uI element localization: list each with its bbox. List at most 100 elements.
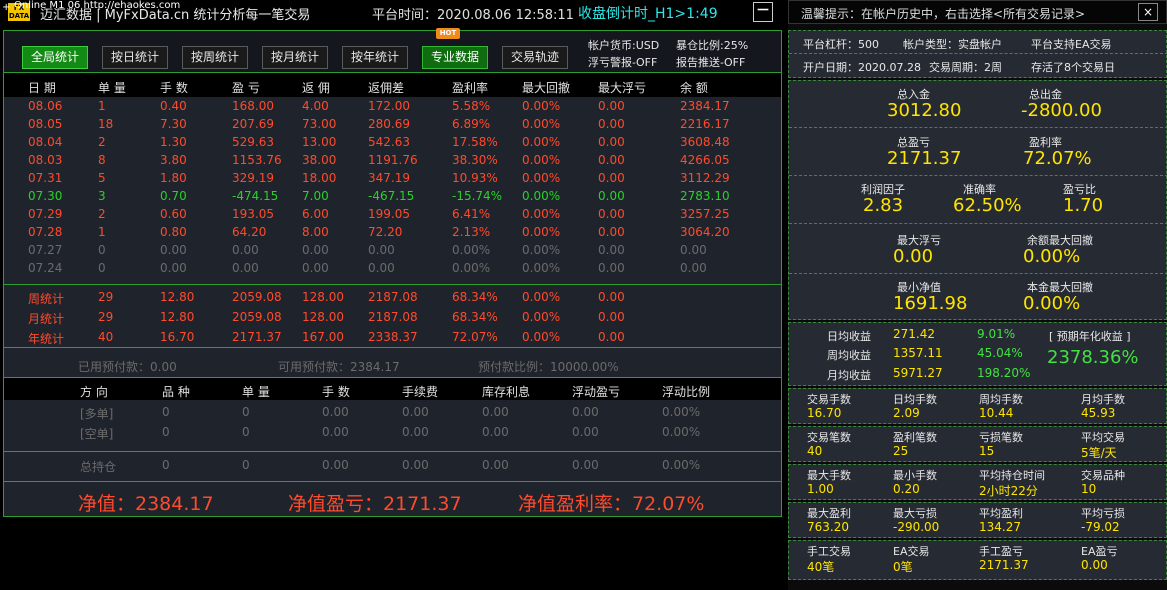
column-header: 最大浮亏 [598, 81, 647, 95]
tab-pro-data[interactable]: 专业数据 [422, 46, 488, 69]
table-cell: 0.00 [302, 261, 329, 275]
hot-badge: HOT [436, 28, 460, 39]
table-cell: 7.00 [302, 189, 329, 203]
close-button[interactable]: × [1138, 3, 1158, 21]
table-cell: 2.13% [452, 225, 491, 239]
table-cell: 08.05 [28, 117, 63, 131]
tab-daily-stats[interactable]: 按日统计 [102, 46, 168, 69]
table-cell: 0.00 [482, 425, 509, 439]
table-row: 07.28 1 0.80 64.20 8.00 72.20 2.13% 0.00% 0.00 30… [4, 223, 781, 241]
table-cell: 0.00 [598, 135, 625, 149]
withdraw-value: -2800.00 [1021, 100, 1102, 121]
stat-label: 周均手数 [979, 393, 1023, 406]
table-cell: 2 [98, 207, 106, 221]
summary-row: 周统计 29 12.80 2059.08 128.00 2187.08 68.34% 0.00… [4, 288, 781, 306]
table-cell: 0 [242, 425, 250, 439]
table-cell: 0.00 [572, 405, 599, 419]
server-time: 平台时间：2020.08.06 12:58:11 [372, 8, 574, 23]
table-cell: -467.15 [368, 189, 415, 203]
table-cell: 0.00% [522, 261, 561, 275]
stat-value: 763.20 [807, 520, 849, 534]
table-cell: 0.00 [598, 207, 625, 221]
table-cell: 08.04 [28, 135, 63, 149]
table-cell: 0 [98, 261, 106, 275]
table-cell: 0.00% [522, 290, 561, 304]
table-cell: 1153.76 [232, 153, 282, 167]
trade-period: 交易周期：2周 [929, 61, 1002, 74]
stats-box: 最大盈利 763.20 最大亏损 -290.00 平均盈利 134.27 平均亏损 -79.0… [788, 502, 1167, 538]
tab-weekly-stats[interactable]: 按周统计 [182, 46, 248, 69]
table-cell: 0.00 [160, 243, 187, 257]
table-cell: 347.19 [368, 171, 410, 185]
stat-label: 手工盈亏 [979, 545, 1023, 558]
stat-label: 最大亏损 [893, 507, 937, 520]
table-cell: 29 [98, 310, 114, 324]
table-cell: 2216.17 [680, 117, 730, 131]
table-cell: 2059.08 [232, 310, 282, 324]
table-cell: 0.00 [598, 261, 625, 275]
table-cell: [空单] [80, 427, 114, 441]
tab-monthly-stats[interactable]: 按月统计 [262, 46, 328, 69]
table-row: 08.03 8 3.80 1153.76 38.00 1191.76 38.30% 0.00%… [4, 151, 781, 169]
stat-value: 45.93 [1081, 406, 1116, 420]
table-cell: 13.00 [302, 135, 337, 149]
stat-label: 交易手数 [807, 393, 851, 406]
deposit-value: 3012.80 [887, 100, 962, 121]
minimize-button[interactable]: － [753, 2, 773, 22]
table-cell: 0.40 [160, 99, 187, 113]
stat-value: 0.20 [893, 482, 920, 496]
table-cell: 0.00 [598, 330, 625, 344]
float-alert-toggle[interactable]: 浮亏警报-OFF [588, 54, 657, 70]
divider [4, 481, 781, 482]
table-cell: 2187.08 [368, 310, 418, 324]
title-bar: FX DATA + 迈汇数据 | MyFxData.cn 统计分析每一笔交易 On… [0, 0, 782, 26]
table-cell: 0.00% [522, 243, 561, 257]
weekly-return-label: 周均收益 [827, 349, 871, 362]
table-cell: 0.60 [160, 207, 187, 221]
column-header: 单 量 [242, 385, 270, 399]
table-cell: 0.00 [232, 243, 259, 257]
net-equity-rate: 净值盈利率：72.07% [518, 493, 705, 515]
table-cell: 0.00 [598, 243, 625, 257]
tab-global-stats[interactable]: 全局统计 [22, 46, 88, 69]
table-row: 08.06 1 0.40 168.00 4.00 172.00 5.58% 0.00% 0.00… [4, 97, 781, 115]
divider [789, 127, 1167, 128]
table-cell: 0.00 [572, 425, 599, 439]
column-header: 返 佣 [302, 81, 330, 95]
divider [4, 347, 781, 348]
table-cell: 4266.05 [680, 153, 730, 167]
table-cell: 0.00 [322, 405, 349, 419]
returns-box: 日均收益 271.42 9.01% 周均收益 1357.11 45.04% 月均… [788, 322, 1167, 386]
daily-return-value: 271.42 [893, 327, 935, 341]
survival-days: 存活了8个交易日 [1031, 61, 1115, 74]
order-total-row: 总持仓 0 0 0.00 0.00 0.00 0.00 0.00% [4, 456, 781, 476]
net-equity: 净值：2384.17 [78, 493, 214, 515]
table-cell: 12.80 [160, 310, 195, 324]
toolbar: 全局统计 按日统计 按周统计 按月统计 按年统计 专业数据 HOT 交易轨迹 帐… [4, 28, 781, 73]
tab-trade-track[interactable]: 交易轨迹 [502, 46, 568, 69]
net-equity-pl: 净值盈亏：2171.37 [288, 493, 462, 515]
table-cell: 0.00 [160, 261, 187, 275]
weekly-return-value: 1357.11 [893, 346, 943, 360]
table-cell: 5 [98, 171, 106, 185]
table-cell: 64.20 [232, 225, 267, 239]
divider [789, 53, 1167, 54]
stat-value: 2.09 [893, 406, 920, 420]
stat-label: 日均手数 [893, 393, 937, 406]
table-cell: 17.58% [452, 135, 498, 149]
table-cell: 3608.48 [680, 135, 730, 149]
stats-panel: 全局统计 按日统计 按周统计 按月统计 按年统计 专业数据 HOT 交易轨迹 帐… [3, 28, 782, 517]
table-cell: 0.00 [572, 458, 599, 472]
stats-box: 手工交易 40笔 EA交易 0笔 手工盈亏 2171.37 EA盈亏 0.00 [788, 540, 1167, 580]
table-cell: 08.06 [28, 99, 63, 113]
monthly-return-pct: 198.20% [977, 366, 1031, 380]
report-push-toggle[interactable]: 报告推送-OFF [676, 54, 745, 70]
account-currency: 帐户货币:USD [588, 39, 660, 52]
table-cell: 年统计 [28, 332, 65, 346]
tab-yearly-stats[interactable]: 按年统计 [342, 46, 408, 69]
table-cell: 0.00 [482, 405, 509, 419]
table-cell: 29 [98, 290, 114, 304]
table-cell: 1.30 [160, 135, 187, 149]
column-header: 日 期 [28, 81, 56, 95]
chart-overlay-text: Online M1 06 http://ehaokes.com [14, 0, 181, 11]
